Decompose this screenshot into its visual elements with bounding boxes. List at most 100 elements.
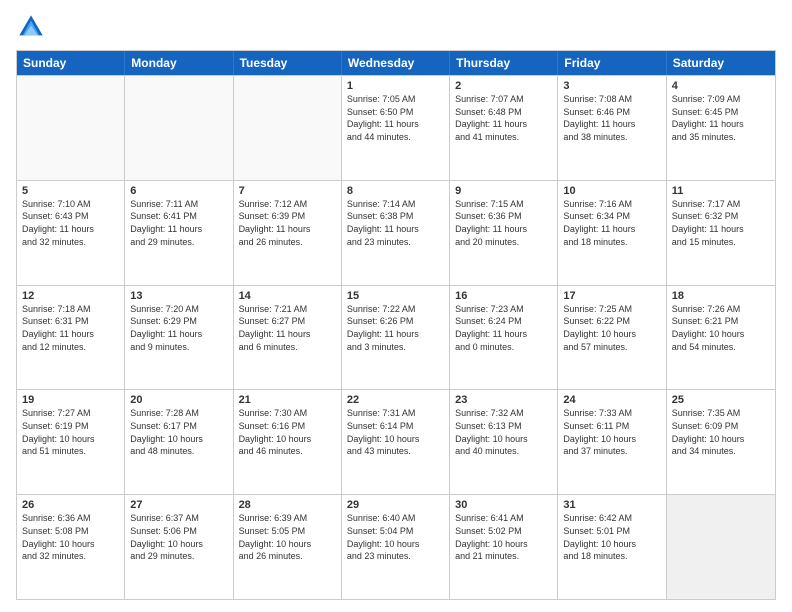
calendar-cell: 22Sunrise: 7:31 AMSunset: 6:14 PMDayligh… (342, 390, 450, 494)
cell-info-line: Sunset: 5:04 PM (347, 526, 444, 538)
calendar: SundayMondayTuesdayWednesdayThursdayFrid… (16, 50, 776, 600)
cell-info-line: Daylight: 10 hours (130, 539, 227, 551)
day-number: 25 (672, 394, 770, 406)
calendar-cell: 11Sunrise: 7:17 AMSunset: 6:32 PMDayligh… (667, 181, 775, 285)
cell-info-line: and 51 minutes. (22, 446, 119, 458)
calendar-cell: 19 Sunrise: 7:27 AMSunset: 6:19 PMDayligh… (17, 390, 125, 494)
cell-info-line: and 23 minutes. (347, 237, 444, 249)
cell-info-line: Sunrise: 7:12 AM (239, 199, 336, 211)
cell-info-line: Sunrise: 7:33 AM (563, 408, 660, 420)
cell-info-line: Sunset: 6:34 PM (563, 211, 660, 223)
day-number: 26 (22, 499, 119, 511)
cell-info-line: Daylight: 10 hours (22, 539, 119, 551)
cell-info-line: Sunrise: 7:17 AM (672, 199, 770, 211)
day-number: 11 (672, 185, 770, 197)
calendar-cell: 27Sunrise: 6:37 AMSunset: 5:06 PMDayligh… (125, 495, 233, 599)
day-number: 1 (347, 80, 444, 92)
cell-info-line: and 48 minutes. (130, 446, 227, 458)
header-day-monday: Monday (125, 51, 233, 75)
header (16, 12, 776, 42)
day-number: 2 (455, 80, 552, 92)
cell-info-line: Sunset: 6:26 PM (347, 316, 444, 328)
calendar-cell: 13Sunrise: 7:20 AMSunset: 6:29 PMDayligh… (125, 286, 233, 390)
day-number: 7 (239, 185, 336, 197)
calendar-cell: 12Sunrise: 7:18 AMSunset: 6:31 PMDayligh… (17, 286, 125, 390)
cell-info-line: Sunset: 5:08 PM (22, 526, 119, 538)
cell-info-line: Sunset: 6:39 PM (239, 211, 336, 223)
cell-info-line: Sunrise: 7:16 AM (563, 199, 660, 211)
day-number: 9 (455, 185, 552, 197)
cell-info-line: Daylight: 11 hours (239, 224, 336, 236)
calendar-cell: 1Sunrise: 7:05 AMSunset: 6:50 PMDaylight… (342, 76, 450, 180)
cell-info-line: Sunset: 6:32 PM (672, 211, 770, 223)
calendar-cell: 21Sunrise: 7:30 AMSunset: 6:16 PMDayligh… (234, 390, 342, 494)
calendar-cell: 29Sunrise: 6:40 AMSunset: 5:04 PMDayligh… (342, 495, 450, 599)
cell-info-line: Daylight: 11 hours (239, 329, 336, 341)
cell-info-line: Sunrise: 6:41 AM (455, 513, 552, 525)
calendar-cell: 14Sunrise: 7:21 AMSunset: 6:27 PMDayligh… (234, 286, 342, 390)
cell-info-line: Sunset: 6:50 PM (347, 107, 444, 119)
day-number: 30 (455, 499, 552, 511)
calendar-cell: 23Sunrise: 7:32 AMSunset: 6:13 PMDayligh… (450, 390, 558, 494)
cell-info-line: Sunset: 6:46 PM (563, 107, 660, 119)
cell-info-line: Daylight: 10 hours (347, 539, 444, 551)
cell-info-line: Sunrise: 7:11 AM (130, 199, 227, 211)
cell-info-line: Sunrise: 7:08 AM (563, 94, 660, 106)
day-number: 15 (347, 290, 444, 302)
cell-info-line: Daylight: 11 hours (347, 119, 444, 131)
cell-info-line: Sunrise: 7:30 AM (239, 408, 336, 420)
day-number: 24 (563, 394, 660, 406)
cell-info-line: Daylight: 10 hours (455, 434, 552, 446)
cell-info-line: and 37 minutes. (563, 446, 660, 458)
day-number: 14 (239, 290, 336, 302)
cell-info-line: and 46 minutes. (239, 446, 336, 458)
cell-info-line: Sunrise: 7:27 AM (22, 408, 119, 420)
cell-info-line: Sunset: 6:16 PM (239, 421, 336, 433)
header-day-friday: Friday (558, 51, 666, 75)
cell-info-line: and 21 minutes. (455, 551, 552, 563)
day-number: 23 (455, 394, 552, 406)
cell-info-line: Daylight: 11 hours (672, 119, 770, 131)
cell-info-line: and 29 minutes. (130, 237, 227, 249)
cell-info-line: Sunset: 6:19 PM (22, 421, 119, 433)
cell-info-line: and 54 minutes. (672, 342, 770, 354)
cell-info-line: Sunrise: 6:40 AM (347, 513, 444, 525)
cell-info-line: Sunrise: 7:35 AM (672, 408, 770, 420)
day-number: 16 (455, 290, 552, 302)
cell-info-line: Daylight: 10 hours (563, 329, 660, 341)
cell-info-line: Sunset: 6:41 PM (130, 211, 227, 223)
day-number: 17 (563, 290, 660, 302)
calendar-row-0: 1Sunrise: 7:05 AMSunset: 6:50 PMDaylight… (17, 75, 775, 180)
cell-info-line: and 29 minutes. (130, 551, 227, 563)
header-day-saturday: Saturday (667, 51, 775, 75)
day-number: 18 (672, 290, 770, 302)
cell-info-line: Daylight: 11 hours (347, 224, 444, 236)
cell-info-line: and 3 minutes. (347, 342, 444, 354)
cell-info-line: and 34 minutes. (672, 446, 770, 458)
cell-info-line: Sunset: 6:21 PM (672, 316, 770, 328)
cell-info-line: Daylight: 10 hours (563, 434, 660, 446)
cell-info-line: Daylight: 10 hours (22, 434, 119, 446)
cell-info-line: and 23 minutes. (347, 551, 444, 563)
day-number: 19 (22, 394, 119, 406)
cell-info-line: and 18 minutes. (563, 237, 660, 249)
calendar-cell: 28Sunrise: 6:39 AMSunset: 5:05 PMDayligh… (234, 495, 342, 599)
day-number: 12 (22, 290, 119, 302)
calendar-cell: 18Sunrise: 7:26 AMSunset: 6:21 PMDayligh… (667, 286, 775, 390)
cell-info-line: Sunset: 5:02 PM (455, 526, 552, 538)
cell-info-line: Sunset: 6:14 PM (347, 421, 444, 433)
cell-info-line: and 15 minutes. (672, 237, 770, 249)
calendar-cell: 3Sunrise: 7:08 AMSunset: 6:46 PMDaylight… (558, 76, 666, 180)
calendar-cell (17, 76, 125, 180)
cell-info-line: and 40 minutes. (455, 446, 552, 458)
page: SundayMondayTuesdayWednesdayThursdayFrid… (0, 0, 792, 612)
cell-info-line: Daylight: 10 hours (563, 539, 660, 551)
cell-info-line: Sunset: 6:38 PM (347, 211, 444, 223)
cell-info-line: and 12 minutes. (22, 342, 119, 354)
cell-info-line: and 57 minutes. (563, 342, 660, 354)
cell-info-line: Sunrise: 7:14 AM (347, 199, 444, 211)
day-number: 28 (239, 499, 336, 511)
logo (16, 12, 50, 42)
cell-info-line: Sunset: 5:01 PM (563, 526, 660, 538)
cell-info-line: Sunset: 5:06 PM (130, 526, 227, 538)
